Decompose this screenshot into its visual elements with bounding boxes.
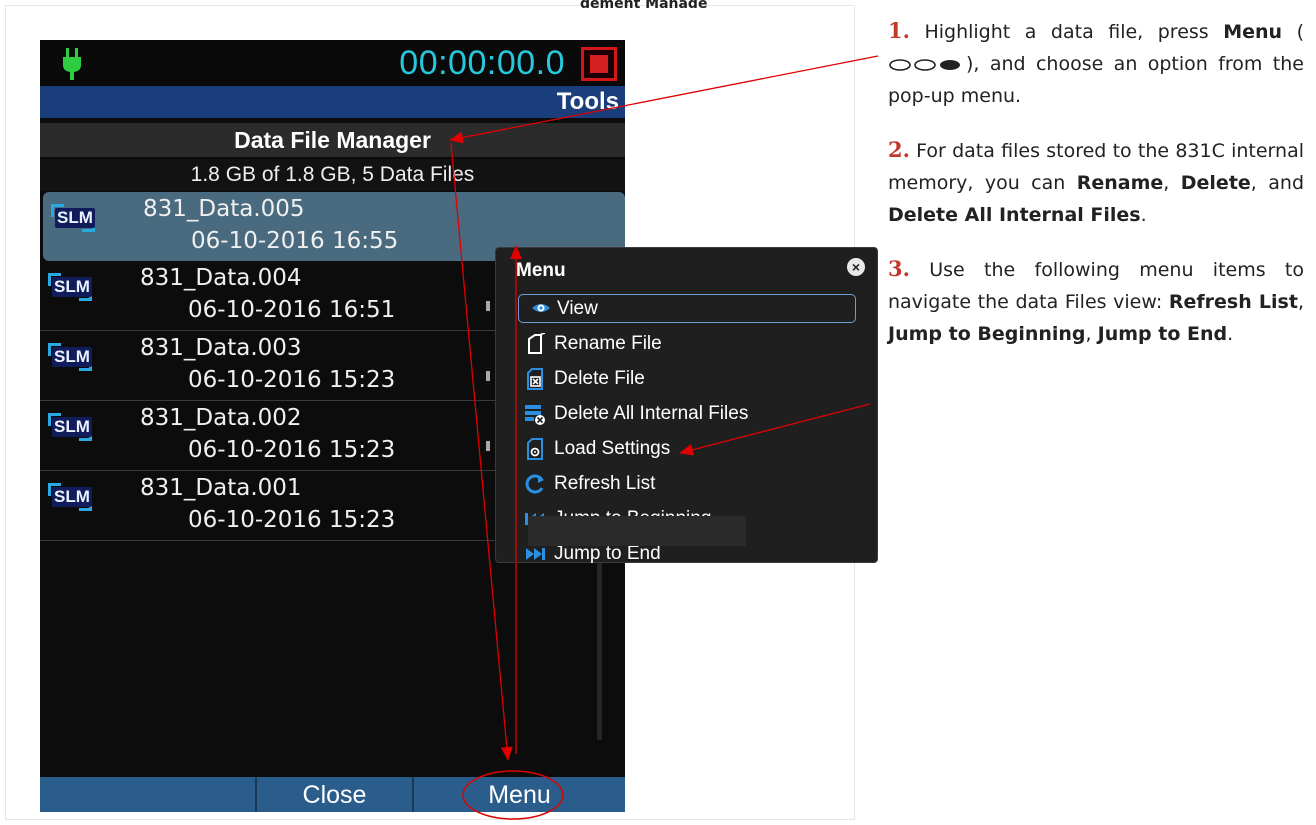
refresh-icon <box>525 474 544 494</box>
softkey-left[interactable] <box>40 777 257 812</box>
file-date: 06-10-2016 15:23 <box>188 507 396 533</box>
popup-footer <box>528 516 746 546</box>
power-plug-icon <box>63 48 81 80</box>
slm-badge-icon: SLM <box>46 271 92 301</box>
menu-item-refresh-list[interactable]: Refresh List <box>518 469 856 504</box>
slm-badge-icon: SLM <box>46 411 92 441</box>
file-date: 06-10-2016 15:23 <box>188 437 396 463</box>
slm-badge-icon: SLM <box>49 202 95 232</box>
file-name: 831_Data.004 <box>140 265 302 291</box>
header-bar: Tools <box>40 86 625 118</box>
instructions: 1. Highlight a data file, press Menu (),… <box>888 15 1304 372</box>
menu-item-label: View <box>557 298 598 319</box>
badge-label: SLM <box>52 417 92 437</box>
step-number: 1. <box>888 18 910 43</box>
menu-item-view[interactable]: View <box>518 294 856 323</box>
instruction-step-2: 2. For data files stored to the 831C int… <box>888 137 1304 226</box>
row-indicator <box>486 441 490 451</box>
menu-item-label: Rename File <box>554 333 662 354</box>
menu-item-load-settings[interactable]: Load Settings <box>518 434 856 469</box>
instruction-step-1: 1. Highlight a data file, press Menu (),… <box>888 18 1304 107</box>
menu-item-delete-file[interactable]: Delete File <box>518 364 856 399</box>
rename-file-icon <box>528 333 546 354</box>
step-number: 2. <box>888 137 910 162</box>
file-name: 831_Data.005 <box>143 196 305 222</box>
row-indicator <box>486 301 490 311</box>
popup-title: Menu <box>516 260 566 281</box>
softkey-bar: Close Menu <box>40 777 625 812</box>
file-date: 06-10-2016 16:51 <box>188 297 396 323</box>
step-number: 3. <box>888 256 910 281</box>
slm-badge-icon: SLM <box>46 481 92 511</box>
cropped-heading: gement Manage <box>580 0 708 8</box>
jump-end-icon <box>526 548 545 560</box>
badge-label: SLM <box>55 208 95 228</box>
close-icon[interactable]: × <box>847 258 865 276</box>
close-button[interactable]: Close <box>257 777 414 812</box>
menu-button[interactable]: Menu <box>414 777 625 812</box>
stop-icon[interactable] <box>581 47 617 81</box>
elapsed-time-clock: 00:00:00.0 <box>399 44 565 82</box>
badge-label: SLM <box>52 487 92 507</box>
menu-item-delete-all-internal-files[interactable]: Delete All Internal Files <box>518 399 856 434</box>
menu-item-label: Refresh List <box>554 473 656 494</box>
row-indicator <box>486 371 490 381</box>
menu-item-label: Delete File <box>554 368 645 389</box>
instruction-step-3: 3. Use the following menu items to navig… <box>888 256 1304 345</box>
badge-label: SLM <box>52 347 92 367</box>
file-name: 831_Data.003 <box>140 335 302 361</box>
load-settings-icon <box>527 438 543 460</box>
scrollbar[interactable] <box>597 560 602 740</box>
menu-item-label: Load Settings <box>554 438 671 459</box>
file-date: 06-10-2016 15:23 <box>188 367 396 393</box>
screen-title: Data File Manager <box>40 123 625 157</box>
file-name: 831_Data.001 <box>140 475 302 501</box>
slm-badge-icon: SLM <box>46 341 92 371</box>
eye-icon <box>532 304 550 312</box>
storage-summary: 1.8 GB of 1.8 GB, 5 Data Files <box>40 159 625 191</box>
delete-all-icon <box>525 405 545 425</box>
header-title: Tools <box>556 88 619 115</box>
file-date: 06-10-2016 16:55 <box>191 228 399 254</box>
delete-file-icon <box>527 368 543 390</box>
badge-label: SLM <box>52 277 92 297</box>
menu-item-label: Delete All Internal Files <box>554 403 749 424</box>
menu-item-rename-file[interactable]: Rename File <box>518 329 856 364</box>
status-bar: 00:00:00.0 <box>40 40 625 86</box>
menu-key-icon <box>889 58 960 71</box>
file-name: 831_Data.002 <box>140 405 302 431</box>
popup-menu: Menu × View Rename File Delete File Dele… <box>495 247 878 564</box>
